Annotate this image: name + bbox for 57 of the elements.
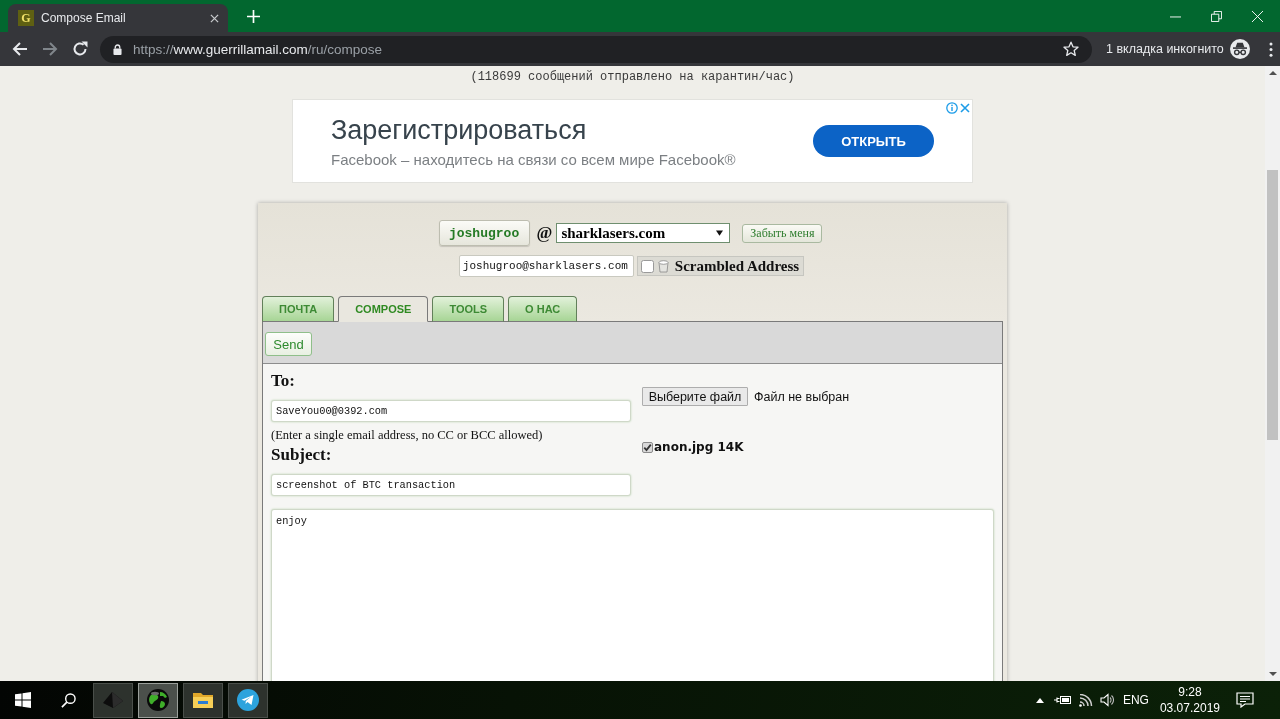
globe-icon — [146, 688, 170, 712]
back-icon[interactable] — [12, 41, 28, 57]
plus-icon[interactable] — [247, 9, 260, 23]
username-button[interactable]: joshugroo — [438, 220, 530, 246]
subject-label: Subject: — [271, 445, 333, 465]
cup-icon — [657, 259, 669, 273]
file-status-text: Файл не выбран — [754, 389, 850, 404]
nav-tab[interactable]: COMPOSE — [338, 296, 429, 322]
scroll-down-icon[interactable] — [1268, 672, 1277, 676]
windows-start-icon[interactable] — [15, 692, 31, 708]
scrollbar[interactable] — [1265, 66, 1280, 681]
taskbar-app-button[interactable] — [183, 682, 223, 718]
choose-file-button[interactable]: Выберите файл — [642, 387, 748, 406]
lock-icon — [113, 43, 122, 55]
reload-icon[interactable] — [72, 41, 88, 57]
caret-icon — [716, 230, 724, 236]
scroll-up-icon[interactable] — [1268, 71, 1277, 75]
wifi-icon[interactable] — [1078, 693, 1094, 707]
menu-icon[interactable] — [1268, 41, 1273, 57]
checkbox[interactable] — [640, 259, 654, 273]
ad-headline[interactable]: Зарегистрироваться — [331, 114, 813, 146]
info-icon[interactable] — [946, 102, 958, 114]
scrollbar-thumb[interactable] — [1267, 170, 1278, 440]
message-body-field[interactable]: enjoy — [271, 509, 994, 681]
taskbar-app-button[interactable] — [228, 682, 268, 718]
quarantine-counter-text: (118699 сообщений отправлено на карантин/час) — [470, 70, 795, 84]
to-hint-text: (Enter a single email address, no CC or BCC allowed) — [271, 427, 544, 443]
speaker-icon[interactable] — [1099, 693, 1114, 707]
incognito-indicator[interactable]: 1 вкладка инкогнито — [1106, 39, 1250, 59]
incognito-icon — [1229, 39, 1250, 59]
attachment-name: anon.jpg 14K — [654, 440, 744, 454]
notification-icon[interactable] — [1236, 692, 1254, 708]
scrambled-address-label: Scrambled Address — [674, 257, 800, 275]
at-sign: @ — [536, 223, 553, 243]
search-icon[interactable] — [61, 692, 76, 708]
site-favicon: G — [18, 10, 34, 26]
paper-plane-icon — [236, 688, 260, 712]
address-field[interactable]: joshugroo@sharklasers.com — [458, 255, 634, 277]
tray-caret-icon[interactable] — [1035, 697, 1044, 703]
subject-field[interactable]: screenshot of BTC transaction — [271, 474, 631, 496]
power-plug-icon[interactable] — [1053, 694, 1072, 706]
to-label: To: — [271, 371, 296, 391]
restore-icon[interactable] — [1211, 10, 1222, 22]
clock[interactable]: 9:28 03.07.2019 — [1159, 684, 1220, 716]
ad-open-button[interactable]: ОТКРЫТЬ — [813, 125, 934, 157]
to-field[interactable]: SaveYou00@0392.com — [271, 400, 631, 422]
address-bar[interactable]: https://www.guerrillamail.com/ru/compose — [100, 35, 1092, 63]
bookmark-star-icon[interactable] — [1063, 41, 1079, 57]
close-icon[interactable] — [210, 13, 219, 23]
browser-tab[interactable]: G Compose Email — [8, 4, 228, 32]
forget-me-button[interactable]: Забыть меня — [742, 223, 823, 243]
domain-select[interactable]: sharklasers.com — [556, 223, 731, 243]
ad-text: Facebook – находитесь на связи со всем мире Facebook® — [331, 151, 737, 169]
attachment-checkbox[interactable] — [642, 441, 653, 453]
send-button[interactable]: Send — [265, 332, 312, 356]
taskbar-app-button[interactable] — [138, 682, 178, 718]
language-indicator[interactable]: ENG — [1122, 693, 1149, 707]
